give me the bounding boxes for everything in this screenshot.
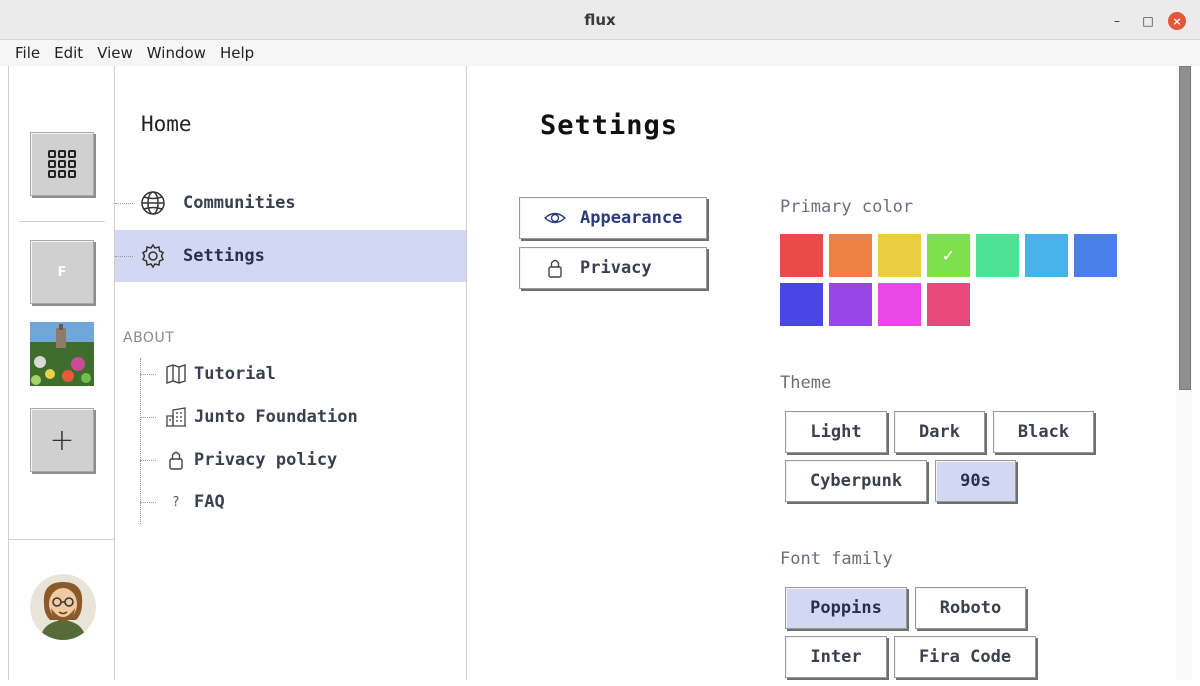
sidebar-home-link[interactable]: Home <box>141 112 192 136</box>
sidebar-item-label: Communities <box>183 193 296 213</box>
about-item-label: FAQ <box>194 492 225 512</box>
rail-bottom-divider <box>9 539 115 540</box>
check-icon: ✓ <box>941 246 956 265</box>
rail-divider <box>19 221 105 222</box>
sidebar-item-communities[interactable]: Communities <box>115 177 466 229</box>
settings-panel: Settings Appearance Privacy Primary colo… <box>467 66 1177 680</box>
color-swatch[interactable] <box>1074 234 1117 277</box>
tree-connector <box>115 203 133 204</box>
about-item-faq[interactable]: ? FAQ <box>140 482 460 522</box>
maximize-button[interactable]: □ <box>1139 12 1157 30</box>
theme-option-dark[interactable]: Dark <box>894 411 985 453</box>
menu-view[interactable]: View <box>90 44 140 62</box>
question-icon: ? <box>172 494 180 510</box>
lock-icon <box>544 257 566 279</box>
color-swatch[interactable] <box>1025 234 1068 277</box>
menu-edit[interactable]: Edit <box>47 44 90 62</box>
tree-connector <box>140 502 156 503</box>
theme-label: Theme <box>780 373 832 393</box>
avatar-illustration <box>30 574 96 640</box>
globe-icon <box>139 189 167 217</box>
color-swatch[interactable] <box>829 234 872 277</box>
menu-bar: File Edit View Window Help <box>0 40 1200 66</box>
theme-option-90s[interactable]: 90s <box>935 460 1016 502</box>
color-swatch[interactable]: ✓ <box>927 234 970 277</box>
app-body: F + Home Communities Settings ABOUT Tuto… <box>8 66 1192 680</box>
window-titlebar: flux – □ × <box>0 0 1200 40</box>
community-sidebar: Home Communities Settings ABOUT Tutorial… <box>115 66 467 680</box>
community-rail: F + <box>9 66 115 680</box>
eye-icon <box>544 207 566 229</box>
tab-label: Privacy <box>580 258 652 278</box>
tree-connector <box>140 374 156 375</box>
font-option-fira-code[interactable]: Fira Code <box>894 636 1036 678</box>
font-option-roboto[interactable]: Roboto <box>915 587 1026 629</box>
primary-color-label: Primary color <box>780 197 914 217</box>
color-swatch[interactable] <box>927 283 970 326</box>
minimize-button[interactable]: – <box>1108 12 1126 30</box>
tab-label: Appearance <box>580 208 683 228</box>
font-family-label: Font family <box>780 549 893 569</box>
menu-file[interactable]: File <box>8 44 47 62</box>
about-heading: ABOUT <box>123 330 175 346</box>
user-avatar[interactable] <box>30 574 96 640</box>
color-swatch[interactable] <box>878 234 921 277</box>
color-swatch[interactable] <box>878 283 921 326</box>
color-swatch[interactable] <box>780 283 823 326</box>
grid-icon <box>48 150 76 178</box>
sidebar-item-label: Settings <box>183 246 265 266</box>
scrollbar-thumb[interactable] <box>1179 66 1191 390</box>
about-item-label: Tutorial <box>194 364 276 384</box>
close-button[interactable]: × <box>1168 12 1186 30</box>
menu-window[interactable]: Window <box>140 44 213 62</box>
theme-option-light[interactable]: Light <box>785 411 887 453</box>
font-option-poppins[interactable]: Poppins <box>785 587 907 629</box>
page-title: Settings <box>540 110 679 141</box>
menu-help[interactable]: Help <box>213 44 261 62</box>
theme-option-black[interactable]: Black <box>993 411 1094 453</box>
about-item-junto-foundation[interactable]: Junto Foundation <box>140 397 460 437</box>
color-swatch[interactable] <box>780 234 823 277</box>
theme-option-cyberpunk[interactable]: Cyberpunk <box>785 460 927 502</box>
community-f-button[interactable]: F <box>30 240 94 304</box>
tab-privacy[interactable]: Privacy <box>519 247 707 289</box>
about-item-label: Junto Foundation <box>194 407 358 427</box>
tab-appearance[interactable]: Appearance <box>519 197 707 239</box>
building-icon <box>164 405 188 429</box>
about-item-privacy-policy[interactable]: Privacy policy <box>140 440 460 480</box>
tree-connector <box>115 256 133 257</box>
map-icon <box>164 362 188 386</box>
lock-icon <box>164 448 188 472</box>
font-option-inter[interactable]: Inter <box>785 636 887 678</box>
color-swatch[interactable] <box>976 234 1019 277</box>
about-item-tutorial[interactable]: Tutorial <box>140 354 460 394</box>
add-community-button[interactable]: + <box>30 408 94 472</box>
tree-connector <box>140 460 156 461</box>
about-item-label: Privacy policy <box>194 450 338 470</box>
color-swatch[interactable] <box>829 283 872 326</box>
community-photo <box>30 322 94 386</box>
apps-grid-button[interactable] <box>30 132 94 196</box>
window-title: flux <box>584 11 616 29</box>
community-image-button[interactable] <box>30 322 94 386</box>
sidebar-item-settings[interactable]: Settings <box>115 230 466 282</box>
gear-icon <box>139 242 167 270</box>
tree-connector <box>140 417 156 418</box>
